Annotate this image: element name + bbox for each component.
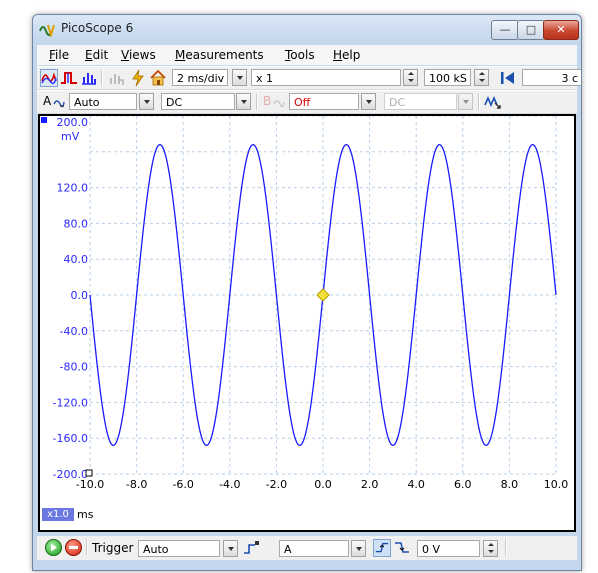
rising-edge-icon[interactable]: [373, 539, 391, 557]
persistence-mode-icon[interactable]: [60, 69, 78, 87]
x-tick-label: 0.0: [314, 478, 332, 491]
x-tick-label: -6.0: [172, 478, 193, 491]
x-tick-label: 4.0: [407, 478, 425, 491]
channel-b-label: B: [263, 94, 272, 108]
home-icon[interactable]: [149, 69, 167, 87]
channel-a-axis-marker: [41, 117, 47, 123]
x-zoom-badge[interactable]: x1.0: [42, 508, 74, 521]
x-tick-label: 2.0: [361, 478, 379, 491]
trigger-mode-select[interactable]: Auto: [138, 540, 220, 557]
trigger-source-dropdown[interactable]: [351, 540, 366, 557]
toolbar-separator: [86, 539, 88, 555]
status-bar: Trigger Auto A 0 V: [37, 536, 577, 560]
channel-b-options-icon: [273, 100, 285, 108]
menu-bar: File Edit Views Measurements Tools Help: [37, 45, 577, 65]
menu-views[interactable]: Views: [121, 48, 156, 62]
y-tick-label: 80.0: [64, 217, 89, 230]
start-capture-button[interactable]: [45, 539, 62, 556]
trigger-threshold-spin[interactable]: [483, 540, 498, 557]
menu-measurements[interactable]: Measurements: [175, 48, 264, 62]
scope-mode-icon[interactable]: [40, 69, 58, 87]
x-tick-label: 6.0: [454, 478, 472, 491]
waveform-plot[interactable]: 200.0 120.0 80.0 40.0 0.0 -40.0 -80.0 -120.0 -16…: [40, 116, 574, 530]
trigger-source-select[interactable]: A: [279, 540, 349, 557]
window-title: PicoScope 6: [61, 21, 134, 35]
channel-b-coupling-dropdown: [458, 93, 473, 110]
trigger-label: Trigger: [92, 541, 134, 555]
channel-b-range-select[interactable]: Off: [289, 93, 359, 110]
x-axis-origin-marker: [85, 469, 93, 477]
samples-select[interactable]: 100 kS: [424, 69, 471, 86]
toolbar-separator: [505, 539, 507, 555]
minimize-icon: —: [499, 23, 511, 36]
x-tick-label: -8.0: [126, 478, 147, 491]
stop-icon: [69, 546, 78, 549]
close-icon: ✕: [556, 23, 566, 36]
timebase-select[interactable]: 2 ms/div: [172, 69, 228, 86]
rewind-icon[interactable]: [498, 69, 516, 87]
scope-view[interactable]: 200.0 120.0 80.0 40.0 0.0 -40.0 -80.0 -120.0 -16…: [38, 114, 576, 532]
signal-generator-icon[interactable]: [484, 93, 502, 111]
trigger-marker: [316, 288, 330, 302]
spectrum-mode-icon[interactable]: [80, 69, 98, 87]
channel-a-coupling-dropdown[interactable]: [236, 93, 251, 110]
y-axis-unit: mV: [61, 130, 80, 143]
y-tick-label: 200.0: [57, 116, 89, 129]
x-axis-unit: ms: [77, 508, 94, 521]
trigger-mode-dropdown[interactable]: [223, 540, 238, 557]
stop-capture-button[interactable]: [65, 539, 82, 556]
x-tick-label: 8.0: [501, 478, 519, 491]
channel-b-coupling-select: DC: [384, 93, 457, 110]
channel-a-range-select[interactable]: Auto: [69, 93, 137, 110]
y-tick-label: -120.0: [53, 396, 88, 409]
mso-mode-icon: [110, 74, 124, 85]
samples-spin-button[interactable]: [474, 69, 489, 86]
maximize-icon: □: [525, 23, 537, 36]
buffer-counter[interactable]: 3 c: [522, 69, 581, 86]
maximize-button[interactable]: □: [517, 20, 545, 40]
channel-a-coupling-select[interactable]: DC: [161, 93, 235, 110]
y-tick-label: 40.0: [64, 253, 89, 266]
toolbar-separator: [101, 70, 103, 86]
y-tick-label: -160.0: [53, 432, 88, 445]
trigger-threshold-input[interactable]: 0 V: [417, 540, 480, 557]
channel-a-label: A: [43, 94, 52, 108]
y-tick-label: -40.0: [60, 325, 88, 338]
capture-toolbar: 2 ms/div x 1 100 kS 3 c: [37, 66, 581, 90]
toolbar-separator: [478, 94, 480, 110]
timebase-dropdown-button[interactable]: [232, 69, 247, 86]
x-tick-label: -10.0: [76, 478, 104, 491]
advanced-trigger-icon[interactable]: [242, 539, 260, 557]
picoscope-window: PicoScope 6 — □ ✕ File Edit Views Measur…: [32, 14, 582, 571]
close-button[interactable]: ✕: [543, 20, 579, 40]
channel-a-options-icon[interactable]: [53, 96, 65, 108]
auto-setup-icon[interactable]: [129, 69, 147, 87]
menu-tools[interactable]: Tools: [285, 48, 315, 62]
toolbar-separator: [256, 94, 258, 110]
play-icon: [51, 543, 57, 552]
x-tick-label: -4.0: [219, 478, 240, 491]
x-tick-label: -2.0: [266, 478, 287, 491]
menu-file[interactable]: File: [49, 48, 69, 62]
picoscope-app-icon: [39, 24, 55, 37]
channel-a-range-dropdown[interactable]: [139, 93, 154, 110]
y-tick-label: 0.0: [71, 289, 89, 302]
zoom-spin-button[interactable]: [403, 69, 418, 86]
menu-help[interactable]: Help: [333, 48, 360, 62]
y-tick-label: -80.0: [60, 361, 88, 374]
channel-toolbar: A Auto DC B Off DC: [37, 90, 577, 114]
x-tick-label: 10.0: [544, 478, 569, 491]
y-tick-label: 120.0: [57, 182, 89, 195]
menu-edit[interactable]: Edit: [85, 48, 108, 62]
minimize-button[interactable]: —: [491, 20, 519, 40]
zoom-select[interactable]: x 1: [251, 69, 401, 86]
channel-b-range-dropdown[interactable]: [361, 93, 376, 110]
title-bar[interactable]: PicoScope 6 — □ ✕: [33, 15, 581, 43]
falling-edge-icon[interactable]: [393, 539, 411, 557]
